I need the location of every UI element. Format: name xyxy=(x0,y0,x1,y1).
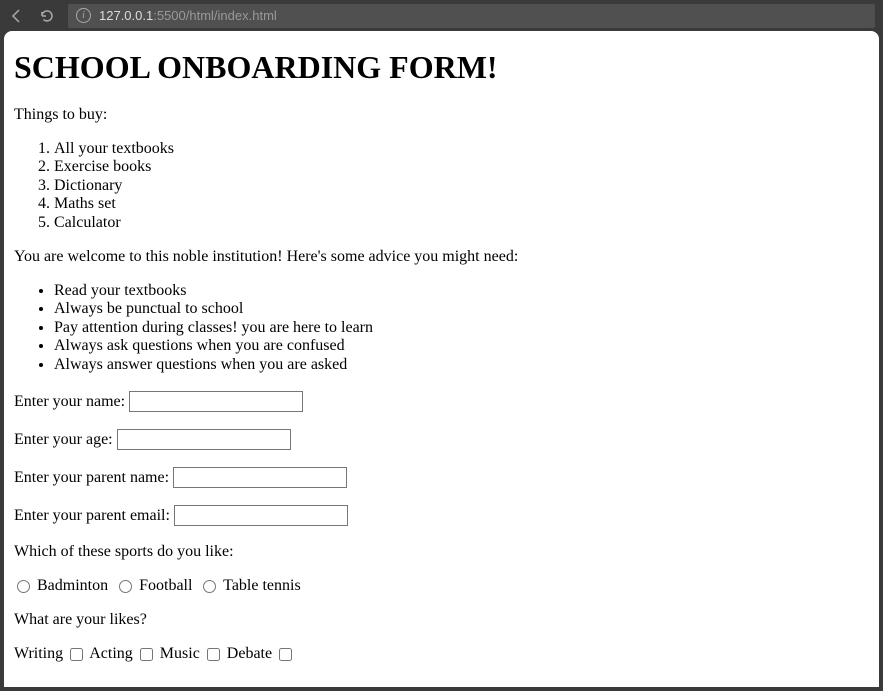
list-item: All your textbooks xyxy=(54,140,869,158)
like-checkbox-debate[interactable] xyxy=(279,648,292,661)
like-checkbox-writing[interactable] xyxy=(70,648,83,661)
list-item: Calculator xyxy=(54,214,869,232)
list-item: Always ask questions when you are confus… xyxy=(54,337,869,355)
like-checkbox-acting[interactable] xyxy=(140,648,153,661)
list-item: Always answer questions when you are ask… xyxy=(54,356,869,374)
like-label: Writing xyxy=(14,645,63,662)
like-checkbox-music[interactable] xyxy=(207,648,220,661)
sports-question: Which of these sports do you like: xyxy=(14,543,869,561)
welcome-text: You are welcome to this noble institutio… xyxy=(14,248,869,266)
parent-name-input[interactable] xyxy=(173,467,347,488)
like-label: Music xyxy=(160,645,200,662)
list-item: Maths set xyxy=(54,195,869,213)
advice-list: Read your textbooks Always be punctual t… xyxy=(14,282,869,374)
reload-icon[interactable] xyxy=(38,7,56,25)
list-item: Read your textbooks xyxy=(54,282,869,300)
parent-name-label: Enter your parent name: xyxy=(14,469,169,486)
things-to-buy-list: All your textbooks Exercise books Dictio… xyxy=(14,140,869,232)
address-bar[interactable]: i 127.0.0.1:5500/html/index.html xyxy=(68,4,875,28)
url-text: 127.0.0.1:5500/html/index.html xyxy=(99,8,277,23)
likes-options: Writing Acting Music Debate xyxy=(14,645,869,663)
likes-question: What are your likes? xyxy=(14,611,869,629)
page-content: SCHOOL ONBOARDING FORM! Things to buy: A… xyxy=(4,31,879,687)
list-item: Pay attention during classes! you are he… xyxy=(54,319,869,337)
parent-email-label: Enter your parent email: xyxy=(14,507,170,524)
like-label: Debate xyxy=(227,645,272,662)
name-label: Enter your name: xyxy=(14,393,125,410)
parent-email-input[interactable] xyxy=(174,505,348,526)
sport-radio-football[interactable] xyxy=(119,580,132,593)
browser-toolbar: i 127.0.0.1:5500/html/index.html xyxy=(0,0,883,31)
info-icon[interactable]: i xyxy=(76,8,91,23)
list-item: Always be punctual to school xyxy=(54,300,869,318)
sports-options: Badminton Football Table tennis xyxy=(14,577,869,595)
sport-label: Badminton xyxy=(37,577,108,594)
list-item: Exercise books xyxy=(54,158,869,176)
age-label: Enter your age: xyxy=(14,431,113,448)
name-input[interactable] xyxy=(129,391,303,412)
age-input[interactable] xyxy=(117,429,291,450)
things-to-buy-label: Things to buy: xyxy=(14,106,869,124)
list-item: Dictionary xyxy=(54,177,869,195)
like-label: Acting xyxy=(89,645,133,662)
sport-label: Table tennis xyxy=(223,577,301,594)
page-title: SCHOOL ONBOARDING FORM! xyxy=(14,49,869,86)
sport-radio-table-tennis[interactable] xyxy=(203,580,216,593)
sport-label: Football xyxy=(139,577,192,594)
back-icon[interactable] xyxy=(8,7,26,25)
sport-radio-badminton[interactable] xyxy=(17,580,30,593)
